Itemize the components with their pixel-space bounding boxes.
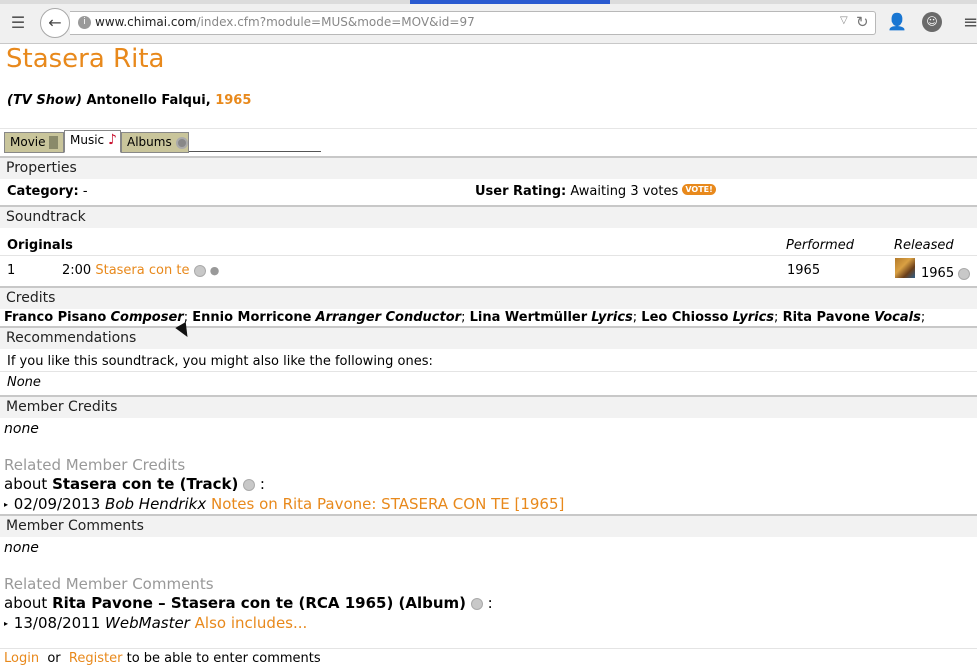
entry-link[interactable]: Notes on Rita Pavone: STASERA CON TE [19… [211,495,564,513]
entry-author[interactable]: Bob Hendrikx [105,495,206,513]
about-item-link[interactable]: Stasera con te (Track) [52,475,238,493]
about-prefix: about [4,594,48,612]
section-recommendations: Recommendations [0,326,977,349]
music-note-icon: ♪ [107,132,117,148]
credit-role: Vocals [874,310,921,325]
col-released: Released [894,238,954,253]
menu-icon[interactable]: ≡ [963,12,977,33]
about-item-link[interactable]: Rita Pavone – Stasera con te (RCA 1965) … [52,594,466,612]
member-comments-value: none [4,540,39,556]
login-link[interactable]: Login [4,651,39,666]
related-member-comments-heading: Related Member Comments [4,575,214,593]
person-icon[interactable]: ● [210,264,221,277]
related-comments-about: about Rita Pavone – Stasera con te (RCA … [4,594,493,612]
originals-label: Originals [7,238,73,253]
browser-active-tab[interactable] [410,0,610,4]
related-credits-about: about Stasera con te (Track) : [4,475,265,493]
track-performed: 1965 [787,263,821,278]
track-released-cell: 1965 [921,266,971,281]
disc-icon [175,136,188,149]
tab-albums[interactable]: Albums [121,132,189,153]
director-name: Antonello Falqui, [86,93,211,108]
credits-list: Franco Pisano Composer; Ennio Morricone … [4,310,926,325]
tab-movie[interactable]: Movie [4,132,64,153]
url-path: /index.cfm?module=MUS&mode=MOV&id=97 [196,15,475,29]
footer-suffix: to be able to enter comments [126,651,321,666]
register-link[interactable]: Register [69,651,123,666]
entry-link[interactable]: Also includes... [195,614,308,632]
page-subtitle: (TV Show) Antonello Falqui, 1965 [7,93,251,108]
tab-movie-label: Movie [10,135,46,149]
related-comment-entry: 13/08/2011 WebMaster Also includes... [4,614,308,632]
section-member-comments: Member Comments [0,514,977,537]
footer-or: or [47,651,61,666]
credit-role: Composer [110,310,184,325]
entry-author[interactable]: WebMaster [105,614,190,632]
credit-name[interactable]: Lina Wertmüller [470,310,588,325]
about-suffix: : [259,475,265,493]
magnifier-icon[interactable] [193,264,206,277]
row-divider [0,255,977,256]
related-credit-entry: 02/09/2013 Bob Hendrikx Notes on Rita Pa… [4,495,565,513]
row-divider [0,648,977,649]
recommendations-text: If you like this soundtrack, you might a… [7,354,433,369]
chat-icon[interactable]: ☺ [922,12,942,32]
track-released: 1965 [921,266,955,281]
url-host: www.chimai.com [95,15,197,29]
magnifier-icon[interactable] [243,478,256,491]
reload-icon[interactable]: ↻ [856,13,869,31]
tab-albums-label: Albums [127,135,172,149]
credit-role: Arranger Conductor [315,310,462,325]
about-prefix: about [4,475,48,493]
credit-name[interactable]: Franco Pisano [4,310,106,325]
tab-music[interactable]: Music ♪ [64,130,121,153]
magnifier-icon[interactable] [470,597,483,610]
back-arrow-icon: ← [48,13,62,32]
about-suffix: : [487,594,493,612]
track-title-link[interactable]: Stasera con te [95,263,189,278]
url-dropdown-icon[interactable]: ▽ [840,15,848,26]
section-soundtrack: Soundtrack [0,205,977,228]
section-credits: Credits [0,286,977,309]
site-info-icon[interactable]: i [78,16,91,29]
page-title: Stasera Rita [6,44,165,74]
user-icon[interactable]: 👤 [887,12,907,32]
year-link[interactable]: 1965 [215,93,251,108]
track-number: 1 [7,263,16,278]
credit-role: Lyrics [591,310,633,325]
track-row: 2:00 Stasera con te ● [62,263,221,278]
tab-bar-line [189,151,321,152]
vote-badge[interactable]: VOTE! [682,184,716,195]
user-rating-label: User Rating: [475,184,567,199]
category-row: Category: - [7,184,88,199]
user-rating-row: User Rating: Awaiting 3 votes VOTE! [475,184,716,199]
recommendations-value: None [7,375,41,390]
magnifier-icon[interactable] [958,267,971,280]
track-duration: 2:00 [62,263,92,278]
category-label: Category: [7,184,79,199]
media-type: (TV Show) [7,93,82,108]
divider [0,128,977,129]
credit-name[interactable]: Ennio Morricone [192,310,311,325]
row-divider [0,371,977,372]
user-rating-value: Awaiting 3 votes [570,184,679,199]
entry-date: 13/08/2011 [13,614,101,632]
back-button[interactable]: ← [40,8,70,38]
film-icon [49,136,59,149]
category-value: - [82,184,88,199]
related-member-credits-heading: Related Member Credits [4,456,186,474]
col-performed: Performed [786,238,854,253]
section-properties: Properties [0,156,977,179]
tab-music-label: Music [70,133,105,147]
credit-role: Lyrics [732,310,775,325]
reading-list-icon[interactable]: ☰ [6,12,30,34]
url-text[interactable]: www.chimai.com/index.cfm?module=MUS&mode… [95,15,475,29]
section-member-credits: Member Credits [0,395,977,418]
entry-date: 02/09/2013 [13,495,101,513]
member-credits-value: none [4,421,39,437]
footer-login-prompt: Login or Register to be able to enter co… [4,651,321,666]
credit-name[interactable]: Leo Chiosso [641,310,728,325]
credit-name[interactable]: Rita Pavone [783,310,870,325]
album-cover-thumbnail[interactable] [895,258,915,278]
